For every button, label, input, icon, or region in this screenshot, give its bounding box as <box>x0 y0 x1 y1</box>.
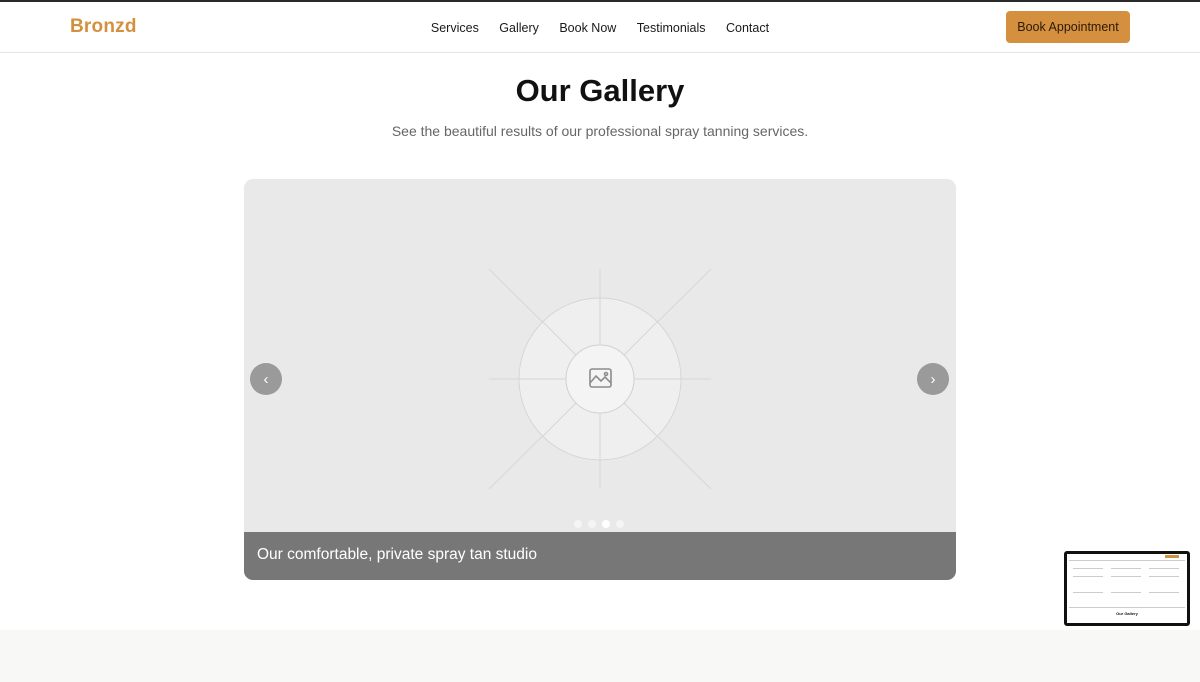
next-section-background <box>0 630 1200 682</box>
nav-book-now[interactable]: Book Now <box>559 21 616 35</box>
gallery-carousel[interactable]: ‹ › Our comfortable, private spray tan s… <box>244 179 956 580</box>
preview-line <box>1073 568 1103 569</box>
preview-title: Our Gallery <box>1116 611 1138 616</box>
nav-contact[interactable]: Contact <box>726 21 769 35</box>
preview-line <box>1073 592 1103 593</box>
preview-line <box>1111 576 1141 577</box>
page-title: Our Gallery <box>515 73 685 108</box>
carousel-dot-active[interactable] <box>602 520 610 528</box>
preview-line <box>1149 576 1179 577</box>
preview-line <box>1149 592 1179 593</box>
slide-caption-bar: Our comfortable, private spray tan studi… <box>244 532 956 580</box>
preview-divider <box>1069 560 1185 561</box>
carousel-dot[interactable] <box>588 520 596 528</box>
chevron-left-icon: ‹ <box>263 370 269 388</box>
nav-gallery[interactable]: Gallery <box>499 21 539 35</box>
carousel-next-button[interactable]: › <box>917 363 949 395</box>
slide-caption: Our comfortable, private spray tan studi… <box>257 546 537 563</box>
book-appointment-button[interactable]: Book Appointment <box>1006 11 1130 43</box>
preview-line <box>1111 592 1141 593</box>
preview-line <box>1073 576 1103 577</box>
preview-mini-button <box>1165 555 1179 558</box>
chevron-right-icon: › <box>930 370 936 388</box>
carousel-prev-button[interactable]: ‹ <box>250 363 282 395</box>
carousel-dots <box>574 520 624 528</box>
carousel-dot[interactable] <box>574 520 582 528</box>
site-header: Bronzd Services Gallery Book Now Testimo… <box>0 2 1200 53</box>
preview-line <box>1111 568 1141 569</box>
nav-services[interactable]: Services <box>431 21 479 35</box>
carousel-dot[interactable] <box>616 520 624 528</box>
page-subtitle: See the beautiful results of our profess… <box>391 123 809 139</box>
preview-divider <box>1069 607 1185 608</box>
nav-testimonials[interactable]: Testimonials <box>637 21 706 35</box>
image-placeholder-graphic <box>488 268 712 490</box>
page-preview-thumbnail[interactable]: Our Gallery <box>1064 551 1190 626</box>
preview-line <box>1149 568 1179 569</box>
